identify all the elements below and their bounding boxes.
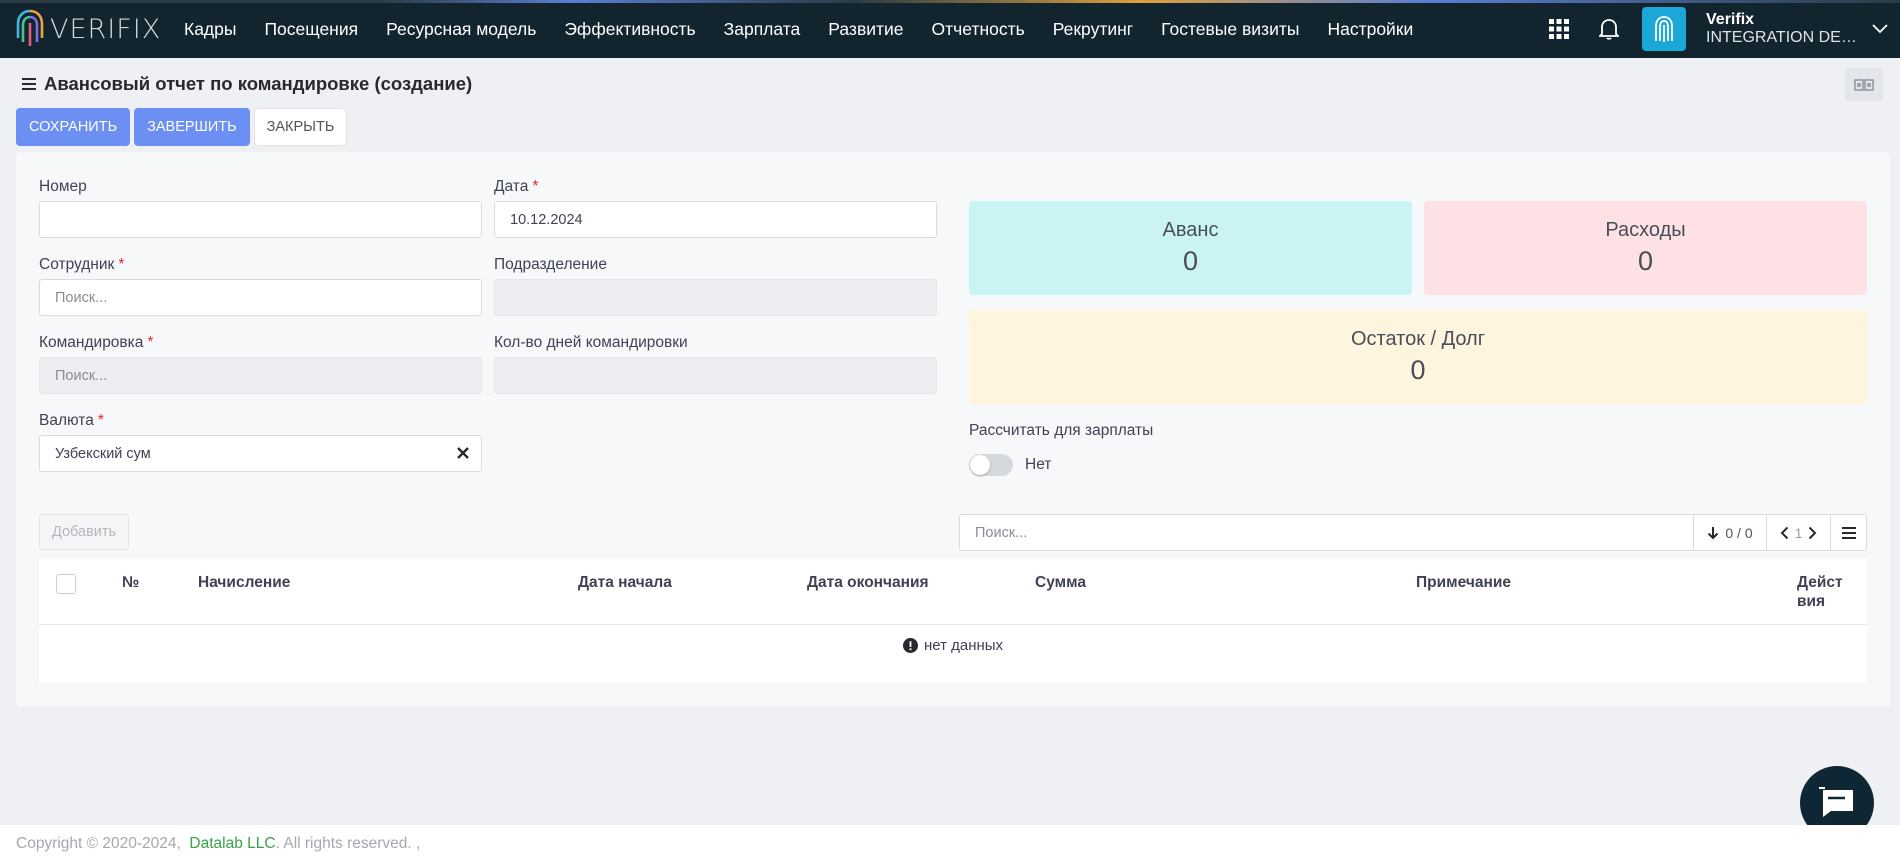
column-number[interactable]: №: [122, 573, 139, 592]
page-number: 1: [1794, 524, 1803, 541]
nav-item-effektivnost[interactable]: Эффективность: [550, 19, 709, 40]
items-table: № Начисление Дата начала Дата окончания …: [39, 559, 1867, 683]
nav-item-resursnaya-model[interactable]: Ресурсная модель: [372, 19, 550, 40]
date-input[interactable]: 10.12.2024: [494, 201, 937, 238]
chat-icon: [1819, 787, 1853, 817]
nav-item-kadry[interactable]: Кадры: [170, 19, 250, 40]
copyright-text: Copyright © 2020-2024,: [16, 835, 190, 852]
logo-fingerprint-icon: [16, 9, 44, 46]
trip-days-label: Кол-во дней командировки: [494, 334, 688, 351]
pagination: 1: [1766, 515, 1830, 550]
table-header: № Начисление Дата начала Дата окончания …: [39, 559, 1867, 625]
exclamation-circle-icon: [902, 638, 918, 653]
nav-item-zarplata[interactable]: Зарплата: [710, 19, 815, 40]
user-name: Verifix: [1706, 11, 1755, 28]
balance-summary: Остаток / Долг 0: [969, 310, 1867, 404]
grid-search-input[interactable]: Поиск...: [960, 515, 1693, 550]
trip-label: Командировка *: [39, 334, 154, 351]
nav-item-poseshcheniya[interactable]: Посещения: [250, 19, 372, 40]
add-button[interactable]: Добавить: [39, 514, 130, 550]
column-note[interactable]: Примечание: [1416, 573, 1511, 592]
top-navigation-bar: VERIFIX Кадры Посещения Ресурсная модель…: [0, 0, 1900, 58]
grid-icon[interactable]: [1534, 0, 1584, 58]
fingerprint-icon: [1655, 16, 1673, 42]
payroll-toggle[interactable]: [969, 454, 1013, 476]
nav-item-rekruting[interactable]: Рекрутинг: [1039, 19, 1147, 40]
division-label: Подразделение: [494, 256, 607, 273]
trip-search-input[interactable]: Поиск...: [39, 357, 482, 394]
date-label: Дата *: [494, 178, 539, 195]
number-input[interactable]: [39, 201, 482, 238]
balance-value: 0: [1410, 355, 1426, 385]
nav-item-razvitie[interactable]: Развитие: [814, 19, 917, 40]
chevron-down-icon[interactable]: [1866, 24, 1894, 34]
balance-label: Остаток / Долг: [1350, 328, 1486, 350]
column-actions: Действия: [1797, 574, 1843, 610]
employee-search-input[interactable]: Поиск...: [39, 279, 482, 316]
column-settings[interactable]: [1830, 515, 1866, 550]
clear-icon[interactable]: [455, 445, 471, 461]
column-end-date[interactable]: Дата окончания: [807, 573, 929, 592]
advance-value: 0: [1182, 246, 1199, 276]
payroll-label: Рассчитать для зарплаты: [969, 422, 1154, 439]
employee-label: Сотрудник *: [39, 256, 125, 273]
user-department: INTEGRATION DEPARTMENT: [1706, 29, 1866, 46]
hamburger-icon[interactable]: [22, 78, 36, 90]
column-accrual[interactable]: Начисление: [198, 573, 290, 592]
layout-toggle-icon[interactable]: [1845, 68, 1883, 101]
expenses-label: Расходы: [1605, 219, 1686, 241]
number-label: Номер: [39, 178, 87, 195]
user-info[interactable]: Verifix INTEGRATION DEPARTMENT: [1706, 11, 1866, 47]
top-right-tools: Verifix INTEGRATION DEPARTMENT: [1534, 0, 1900, 58]
form-card: Номер Сотрудник * Поиск... Командировка * …: [16, 152, 1890, 707]
empty-state: нет данных: [39, 637, 1867, 654]
chevron-right-icon[interactable]: [1808, 526, 1817, 540]
empty-text: нет данных: [923, 637, 1004, 654]
close-button[interactable]: ЗАКРЫТЬ: [253, 108, 348, 146]
record-count: 0 / 0: [1725, 524, 1753, 541]
sort-count[interactable]: 0 / 0: [1693, 515, 1766, 550]
footer: Copyright © 2020-2024, Datalab LLC. All …: [0, 825, 1900, 863]
payroll-toggle-text: Нет: [1025, 456, 1052, 473]
nav-item-otchetnost[interactable]: Отчетность: [918, 19, 1039, 40]
bell-icon[interactable]: [1584, 0, 1634, 58]
column-amount[interactable]: Сумма: [1035, 573, 1086, 592]
column-start-date[interactable]: Дата начала: [578, 573, 672, 592]
advance-label: Аванс: [1162, 219, 1219, 241]
nav-item-nastroyki[interactable]: Настройки: [1313, 19, 1427, 40]
list-menu-icon: [1841, 526, 1856, 539]
currency-select[interactable]: Узбекский сум: [39, 435, 482, 472]
logo-text: VERIFIX: [50, 13, 162, 45]
grid-search-bar: Поиск... 0 / 0 1: [959, 514, 1867, 551]
main-menu: Кадры Посещения Ресурсная модель Эффекти…: [170, 0, 1427, 58]
select-all-checkbox[interactable]: [56, 574, 76, 594]
rights-text: . All rights reserved. ,: [275, 835, 421, 852]
page-header: Авансовый отчет по командировке (создани…: [22, 73, 472, 95]
company-link[interactable]: Datalab LLC: [189, 835, 275, 853]
arrow-down-icon: [1708, 526, 1719, 539]
advance-summary: Аванс 0: [969, 201, 1412, 295]
expenses-summary: Расходы 0: [1424, 201, 1867, 295]
action-toolbar: СОХРАНИТЬ ЗАВЕРШИТЬ ЗАКРЫТЬ: [16, 108, 348, 146]
page-title: Авансовый отчет по командировке (создани…: [44, 73, 473, 94]
save-button[interactable]: СОХРАНИТЬ: [16, 108, 131, 146]
chevron-left-icon[interactable]: [1780, 526, 1789, 540]
expenses-value: 0: [1637, 246, 1654, 276]
trip-days-field: [494, 357, 937, 394]
currency-label: Валюта *: [39, 412, 104, 429]
avatar[interactable]: [1642, 7, 1686, 51]
complete-button[interactable]: ЗАВЕРШИТЬ: [134, 108, 250, 146]
nav-item-gostevye-vizity[interactable]: Гостевые визиты: [1147, 19, 1313, 40]
toggle-knob: [970, 455, 990, 475]
verifix-logo[interactable]: VERIFIX: [14, 8, 161, 50]
division-field: [494, 279, 937, 316]
